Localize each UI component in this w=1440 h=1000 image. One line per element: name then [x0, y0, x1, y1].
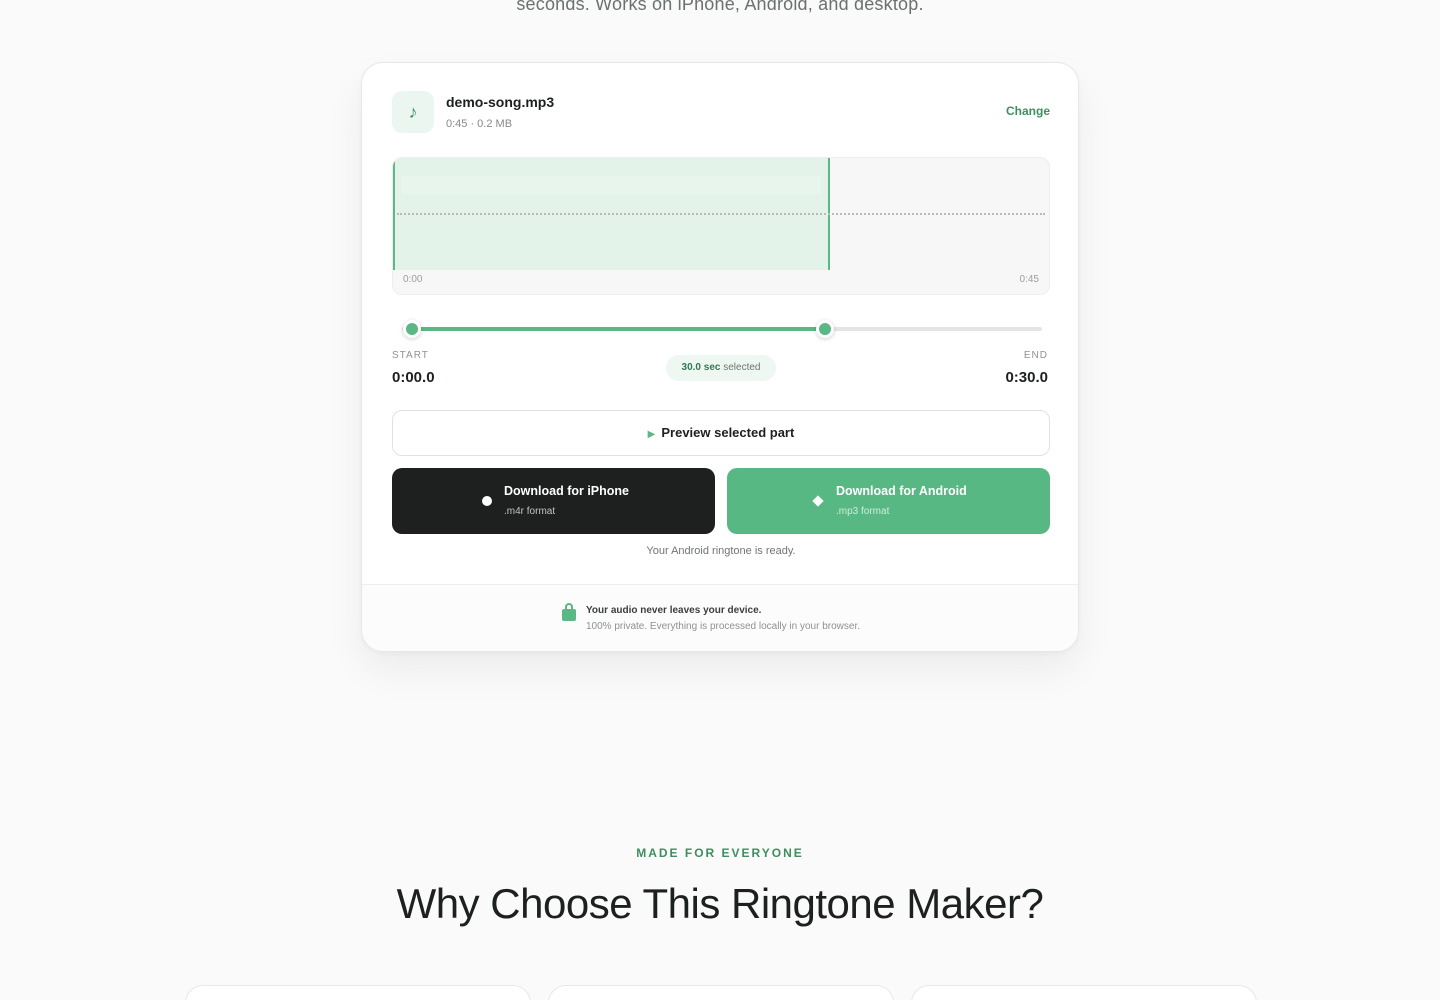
section-title: Why Choose This Ringtone Maker? [396, 880, 1044, 927]
music-note-icon: ♪ [392, 91, 434, 133]
selected-duration-badge: 30.0 sec selected [666, 355, 776, 381]
play-icon: ▶ [647, 429, 656, 440]
download-iphone-title: Download for iPhone [504, 484, 629, 498]
slider-end-handle[interactable] [816, 320, 835, 338]
trim-range-slider[interactable] [402, 319, 1042, 339]
android-diamond-icon [812, 495, 824, 507]
preview-button[interactable]: ▶ Preview selected part [392, 410, 1050, 456]
status-message: Your Android ringtone is ready. [646, 545, 796, 557]
file-meta: 0:45 · 0.2 MB [446, 118, 513, 130]
waveform-start-time: 0:00 [403, 274, 423, 285]
feature-card [911, 985, 1257, 1000]
range-end-label: END [1023, 350, 1048, 361]
feature-card [548, 985, 894, 1000]
privacy-notice: Your audio never leaves your device. 100… [362, 584, 1078, 651]
download-iphone-subtitle: .m4r format [504, 506, 556, 517]
lock-icon [562, 603, 576, 621]
download-android-subtitle: .mp3 format [836, 506, 890, 517]
selected-duration-suffix: selected [723, 362, 761, 373]
selected-duration-value: 30.0 sec [681, 362, 721, 373]
change-file-button[interactable]: Change [1006, 104, 1050, 118]
waveform-end-time: 0:45 [1019, 274, 1039, 285]
section-eyebrow: MADE FOR EVERYONE [636, 846, 804, 860]
download-android-button[interactable]: Download for Android .mp3 format [727, 468, 1050, 534]
preview-button-label: Preview selected part [661, 425, 795, 440]
range-start-value: 0:00.0 [392, 369, 435, 386]
slider-start-handle[interactable] [403, 320, 421, 338]
waveform-selection-highlight [401, 176, 821, 194]
range-start-label: START [392, 350, 429, 361]
range-start: START 0:00.0 [392, 350, 435, 386]
slider-selected-range [412, 327, 826, 331]
ringtone-editor-card: ♪ demo-song.mp3 0:45 · 0.2 MB Change 0:0… [361, 62, 1079, 652]
range-end-value: 0:30.0 [1005, 369, 1048, 386]
range-end: END 0:30.0 [1005, 350, 1048, 386]
apple-dot-icon [482, 496, 492, 506]
waveform-panel[interactable]: 0:00 0:45 [392, 157, 1050, 295]
download-android-title: Download for Android [836, 484, 967, 498]
waveform-line [397, 213, 1045, 215]
hero-subtitle: seconds. Works on iPhone, Android, and d… [516, 0, 924, 14]
file-info-row: ♪ demo-song.mp3 0:45 · 0.2 MB Change [392, 91, 1050, 133]
feature-card [185, 985, 531, 1000]
privacy-title: Your audio never leaves your device. [586, 605, 762, 616]
download-iphone-button[interactable]: Download for iPhone .m4r format [392, 468, 715, 534]
file-name: demo-song.mp3 [446, 94, 555, 110]
privacy-subtitle: 100% private. Everything is processed lo… [586, 621, 861, 632]
